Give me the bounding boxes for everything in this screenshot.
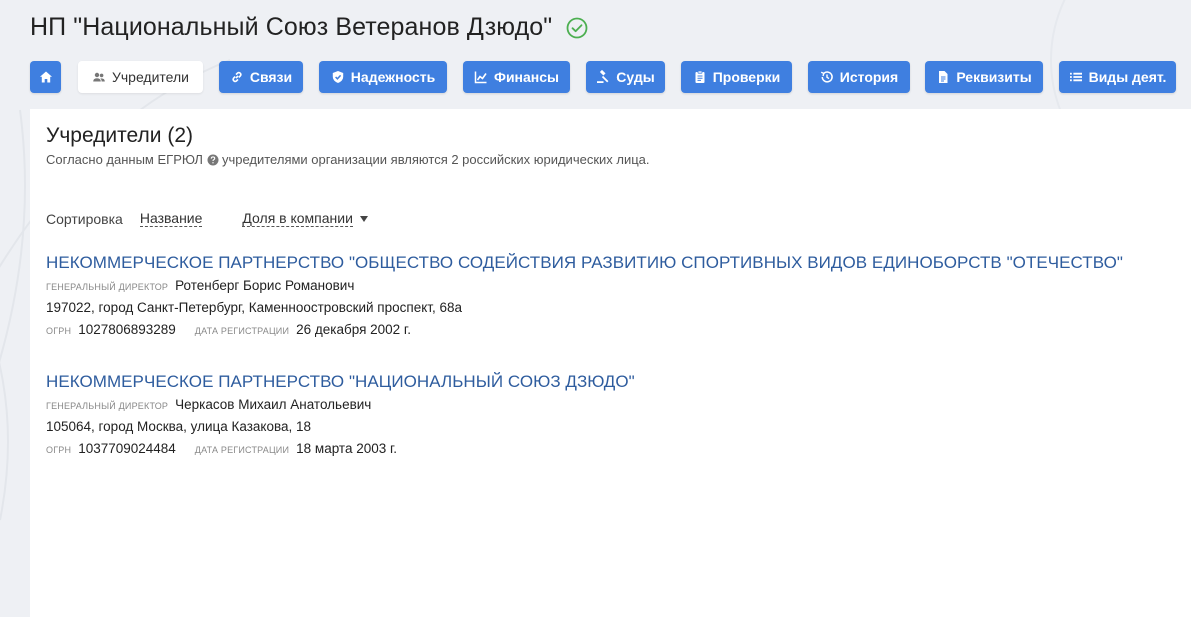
home-button[interactable] (30, 61, 61, 93)
check-circle-icon (566, 17, 588, 38)
tab-reliability-label: Надежность (350, 69, 436, 85)
tab-requisites-label: Реквизиты (956, 69, 1032, 85)
sort-label: Сортировка (46, 210, 123, 227)
reg-date-label: Дата регистрации (194, 445, 290, 455)
document-icon (939, 71, 948, 83)
section-title: Учредители (2) (46, 124, 194, 147)
sort-by-name-link[interactable]: Название (139, 210, 203, 227)
subtitle-text-before: Согласно данным ЕГРЮЛ (46, 152, 203, 167)
page-title: НП "Национальный Союз Ветеранов Дзюдо" (30, 13, 553, 41)
clipboard-icon (695, 70, 705, 83)
director-line: Генеральный директор Черкасов Михаил Ана… (46, 397, 635, 412)
tab-inspections[interactable]: Проверки (681, 61, 792, 93)
content-panel: Учредители (2) Согласно данным ЕГРЮЛ учр… (30, 109, 1191, 617)
company-card: НЕКОММЕРЧЕСКОЕ ПАРТНЕРСТВО "ОБЩЕСТВО СОД… (46, 253, 1123, 337)
tab-founders-label: Учредители (111, 69, 189, 85)
subtitle-text-after: учредителями организации являются 2 росс… (221, 152, 650, 167)
director-name: Черкасов Михаил Анатольевич (175, 397, 372, 412)
director-line: Генеральный директор Ротенберг Борис Ром… (46, 278, 1123, 293)
reg-date-value: 18 марта 2003 г. (296, 441, 398, 456)
page-header: НП "Национальный Союз Ветеранов Дзюдо" У… (0, 0, 1191, 110)
registration-line: ОГРН 1037709024484 Дата регистрации 18 м… (46, 441, 635, 456)
tab-history[interactable]: История (808, 61, 910, 93)
history-icon (820, 71, 833, 83)
link-icon (232, 71, 242, 83)
director-label: Генеральный директор (46, 401, 169, 411)
tab-finance-label: Финансы (494, 69, 559, 85)
shield-icon (332, 71, 343, 83)
registration-line: ОГРН 1027806893289 Дата регистрации 26 д… (46, 322, 1123, 337)
title-row: НП "Национальный Союз Ветеранов Дзюдо" (30, 13, 588, 42)
company-card: НЕКОММЕРЧЕСКОЕ ПАРТНЕРСТВО "НАЦИОНАЛЬНЫЙ… (46, 372, 635, 456)
tab-links-label: Связи (249, 69, 293, 85)
list-icon (1069, 72, 1082, 82)
reg-date-value: 26 декабря 2002 г. (296, 322, 411, 337)
ogrn-value: 1027806893289 (78, 322, 176, 337)
tab-courts-label: Суды (616, 69, 655, 85)
tab-links[interactable]: Связи (219, 61, 303, 93)
tab-requisites[interactable]: Реквизиты (925, 61, 1043, 93)
address-line: 197022, город Санкт-Петербург, Каменноос… (46, 300, 1123, 315)
tab-founders[interactable]: Учредители (78, 61, 203, 93)
director-label: Генеральный директор (46, 282, 169, 292)
tab-inspections-label: Проверки (712, 69, 781, 85)
ogrn-label: ОГРН (46, 445, 72, 455)
tab-finance[interactable]: Финансы (463, 61, 570, 93)
tab-activities-label: Виды деят. (1088, 69, 1167, 85)
company-name-link[interactable]: НЕКОММЕРЧЕСКОЕ ПАРТНЕРСТВО "НАЦИОНАЛЬНЫЙ… (46, 372, 635, 392)
gavel-icon (597, 70, 609, 83)
company-address: 197022, город Санкт-Петербург, Каменноос… (46, 300, 462, 315)
home-icon (39, 71, 52, 83)
ogrn-label: ОГРН (46, 326, 72, 336)
ogrn-value: 1037709024484 (78, 441, 176, 456)
sort-controls: Сортировка Название Доля в компании (46, 210, 368, 227)
chart-icon (474, 71, 487, 84)
director-name: Ротенберг Борис Романович (175, 278, 355, 293)
question-icon[interactable] (207, 154, 219, 166)
people-icon (93, 72, 105, 82)
caret-down-icon[interactable] (359, 215, 368, 222)
tab-activities[interactable]: Виды деят. (1059, 61, 1176, 93)
sort-by-share-link[interactable]: Доля в компании (242, 210, 353, 227)
tab-reliability[interactable]: Надежность (319, 61, 447, 93)
tab-history-label: История (839, 69, 899, 85)
tab-courts[interactable]: Суды (586, 61, 665, 93)
company-name-link[interactable]: НЕКОММЕРЧЕСКОЕ ПАРТНЕРСТВО "ОБЩЕСТВО СОД… (46, 253, 1123, 273)
address-line: 105064, город Москва, улица Казакова, 18 (46, 419, 635, 434)
reg-date-label: Дата регистрации (194, 326, 290, 336)
company-address: 105064, город Москва, улица Казакова, 18 (46, 419, 312, 434)
section-subtitle: Согласно данным ЕГРЮЛ учредителями орган… (46, 152, 650, 167)
